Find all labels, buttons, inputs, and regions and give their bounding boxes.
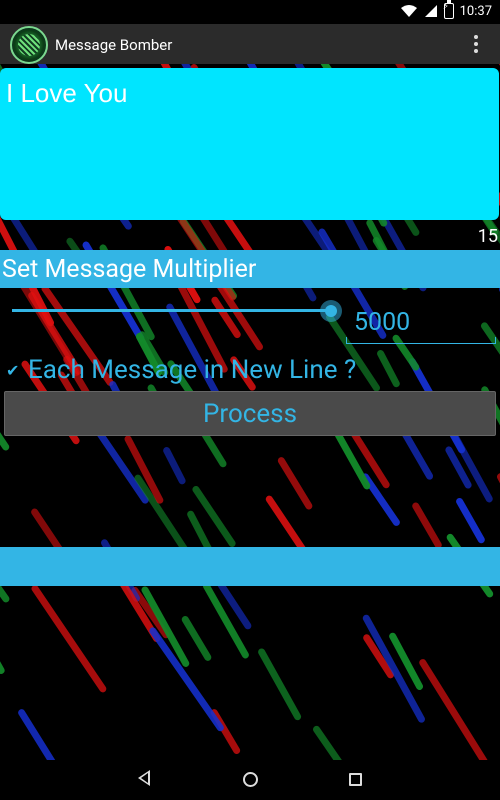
message-input[interactable]: I Love You <box>0 68 499 220</box>
multiplier-slider[interactable] <box>12 300 342 322</box>
slider-track <box>12 309 330 312</box>
background-streak <box>29 583 108 693</box>
background-streak <box>0 623 6 676</box>
status-bar: 10:37 <box>0 0 500 24</box>
background-streak <box>162 445 187 485</box>
signal-icon <box>424 5 437 17</box>
process-label: Process <box>202 399 298 429</box>
background-streak <box>496 472 500 512</box>
background-streak <box>147 625 226 733</box>
background-streak <box>418 657 492 760</box>
multiplier-value-input[interactable]: 5000 <box>346 306 496 344</box>
overflow-menu-icon[interactable] <box>474 35 480 53</box>
back-icon[interactable] <box>138 770 150 786</box>
background-streak <box>361 613 427 724</box>
recents-icon[interactable] <box>349 773 362 786</box>
multiplier-value: 5000 <box>354 308 411 337</box>
home-icon[interactable] <box>243 772 258 787</box>
message-text: I Love You <box>6 78 128 108</box>
background-streak <box>191 485 238 549</box>
background-streak <box>256 647 303 723</box>
wifi-icon <box>400 5 417 17</box>
checkmark-icon: ✔ <box>6 361 20 380</box>
process-button[interactable]: Process <box>4 391 496 436</box>
app-title: Message Bomber <box>55 36 173 54</box>
battery-charging-icon <box>443 0 454 19</box>
banner-strip <box>0 547 500 586</box>
background-streak <box>311 724 345 760</box>
background-streak <box>16 708 65 760</box>
action-bar: Message Bomber <box>0 24 500 64</box>
multiplier-header: Set Message Multiplier <box>0 250 500 288</box>
status-icons: 10:37 <box>400 0 492 19</box>
background-streak <box>400 430 435 482</box>
background-streak <box>455 496 487 544</box>
background-streak <box>276 455 315 512</box>
new-line-checkbox[interactable]: ✔ Each Message in New Line ? <box>6 354 356 386</box>
char-count: 15 <box>477 226 498 247</box>
app-logo-icon <box>10 26 48 64</box>
navigation-bar <box>0 760 500 800</box>
status-time: 10:37 <box>459 3 492 19</box>
new-line-label: Each Message in New Line ? <box>28 355 357 385</box>
slider-thumb[interactable] <box>320 300 342 322</box>
multiplier-label: Set Message Multiplier <box>2 255 257 284</box>
background-streak <box>410 501 444 550</box>
background-streak <box>376 348 402 389</box>
